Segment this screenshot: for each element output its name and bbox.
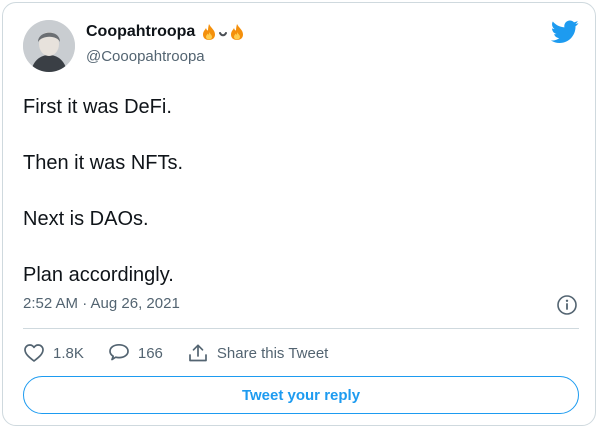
tweet-line: First it was DeFi. <box>23 96 172 118</box>
avatar-image <box>23 20 75 72</box>
like-button[interactable]: 1.8K <box>23 343 84 363</box>
user-handle[interactable]: @Cooopahtroopa <box>86 48 205 65</box>
display-name[interactable]: Coopahtroopa <box>86 23 195 41</box>
share-upload-icon <box>189 344 207 362</box>
heart-icon <box>24 344 44 362</box>
tweet-card: Coopahtroopa @Cooopahtroopa First it was… <box>2 2 596 426</box>
tweet-line: Then it was NFTs. <box>23 152 184 174</box>
name-row: Coopahtroopa <box>86 23 245 41</box>
fire-emoji-icon <box>231 24 244 40</box>
tweet-your-reply-button[interactable]: Tweet your reply <box>23 376 579 414</box>
name-emojis <box>201 23 245 41</box>
divider <box>23 328 579 329</box>
smile-emoji-icon <box>219 32 228 37</box>
like-count: 1.8K <box>53 344 84 362</box>
tweet-line: Plan accordingly. <box>23 264 174 286</box>
tweet-line: Next is DAOs. <box>23 208 149 230</box>
share-label: Share this Tweet <box>216 344 329 362</box>
info-icon[interactable] <box>556 294 578 316</box>
reply-count: 166 <box>137 344 163 362</box>
twitter-bird-icon[interactable] <box>551 20 579 44</box>
speech-bubble-icon <box>109 343 129 361</box>
fire-emoji-icon <box>203 24 216 40</box>
tweet-timestamp[interactable]: 2:52 AM · Aug 26, 2021 <box>23 295 180 312</box>
reply-button[interactable]: 166 <box>108 343 163 363</box>
share-button[interactable]: Share this Tweet <box>187 343 328 363</box>
avatar[interactable] <box>23 20 75 72</box>
tweet-actions: 1.8K 166 Share this Tweet <box>23 343 328 363</box>
